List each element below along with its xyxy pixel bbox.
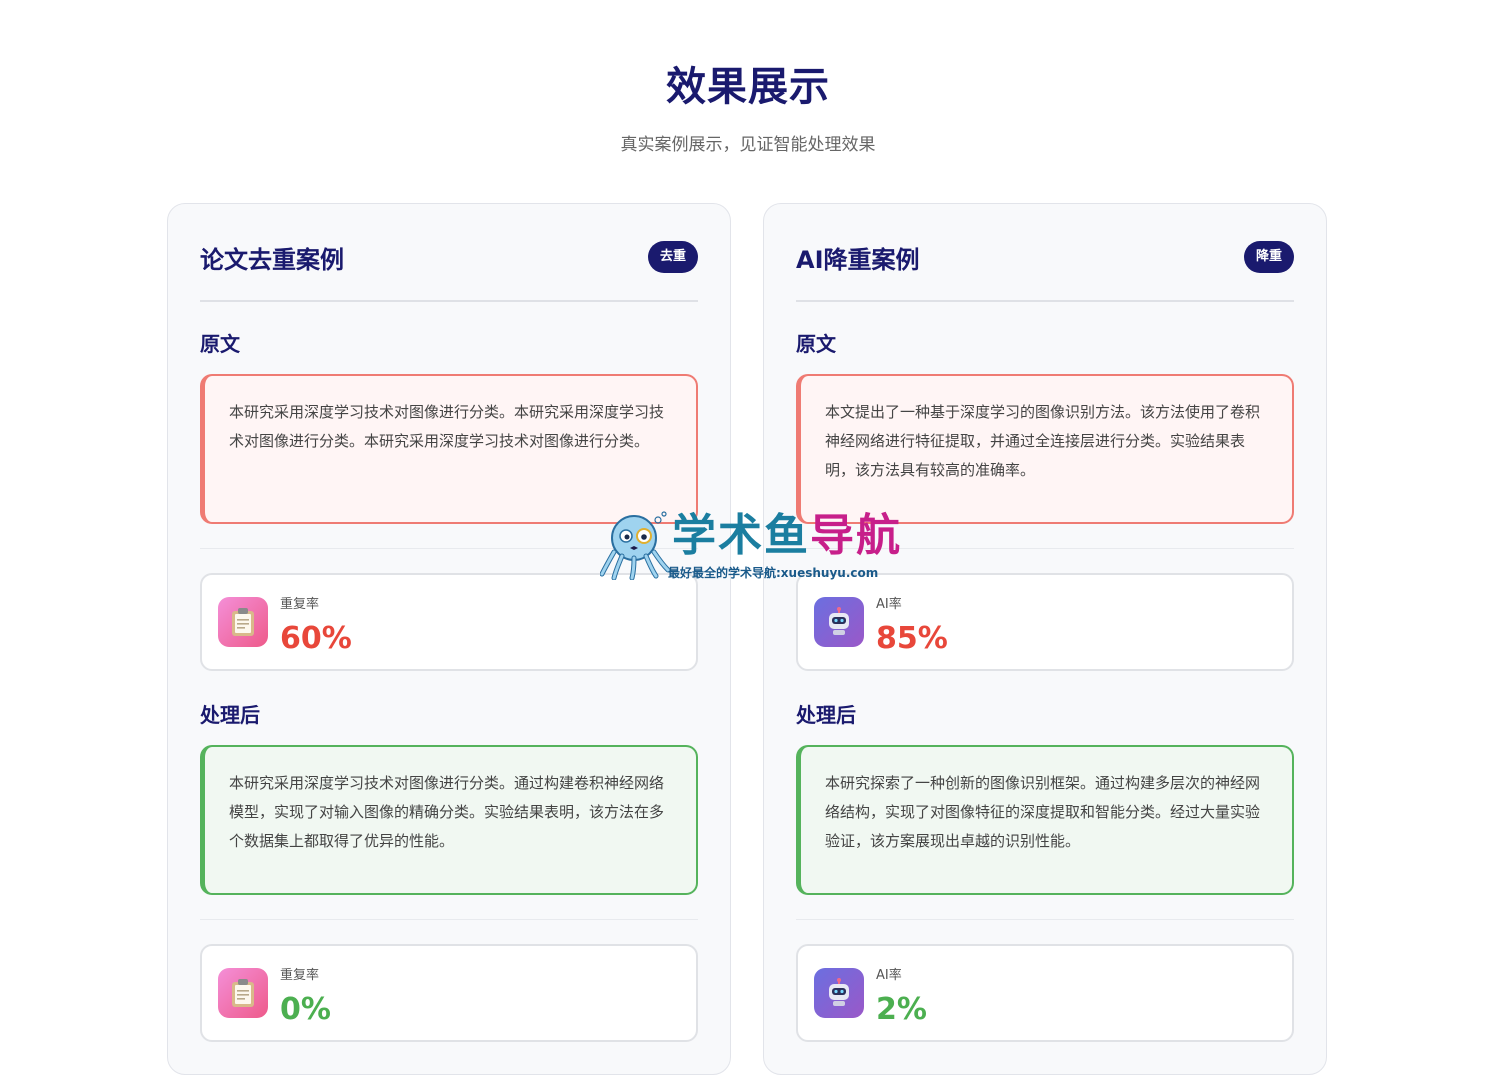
section-subtitle: 真实案例展示，见证智能处理效果	[620, 135, 876, 155]
after-stat: 重复率 0%	[200, 944, 698, 1042]
card-title: AI降重案例	[796, 246, 920, 274]
watermark-title-part2: 导航	[810, 510, 902, 561]
after-stat: AI率 2%	[796, 944, 1294, 1042]
processed-text: 本研究探索了一种创新的图像识别框架。通过构建多层次的神经网络结构，实现了对图像特…	[796, 745, 1294, 895]
processed-text: 本研究采用深度学习技术对图像进行分类。通过构建卷积神经网络模型，实现了对输入图像…	[200, 745, 698, 895]
stat-label: 重复率	[280, 597, 320, 612]
robot-icon	[814, 968, 864, 1018]
page: 效果展示 真实案例展示，见证智能处理效果 论文去重案例 去重 原文 本研究采用深…	[0, 0, 1510, 1091]
stat-value: 85%	[876, 621, 948, 656]
processed-heading: 处理后	[200, 703, 260, 727]
robot-icon	[814, 597, 864, 647]
card-badge: 去重	[647, 241, 698, 273]
original-text: 本研究采用深度学习技术对图像进行分类。本研究采用深度学习技术对图像进行分类。本研…	[200, 374, 698, 524]
watermark: 学术鱼导航 最好最全的学术导航:xueshuyu.com	[600, 508, 920, 584]
original-heading: 原文	[796, 332, 836, 356]
stat-value: 2%	[876, 992, 927, 1027]
card-header: AI降重案例 降重	[796, 240, 1294, 302]
original-heading: 原文	[200, 332, 240, 356]
card-badge: 降重	[1243, 241, 1294, 273]
watermark-title: 学术鱼导航	[672, 510, 902, 562]
divider	[796, 919, 1294, 920]
card-title: 论文去重案例	[200, 246, 344, 274]
before-stat: AI率 85%	[796, 573, 1294, 671]
stat-label: 重复率	[280, 968, 320, 983]
processed-heading: 处理后	[796, 703, 856, 727]
before-stat: 重复率 60%	[200, 573, 698, 671]
watermark-subtitle: 最好最全的学术导航:xueshuyu.com	[668, 566, 879, 580]
clipboard-icon	[218, 968, 268, 1018]
stat-label: AI率	[876, 968, 902, 983]
card-header: 论文去重案例 去重	[200, 240, 698, 302]
stat-value: 0%	[280, 992, 331, 1027]
case-card-ai-reduce: AI降重案例 降重 原文 本文提出了一种基于深度学习的图像识别方法。该方法使用了…	[763, 203, 1327, 1075]
stat-value: 60%	[280, 621, 352, 656]
octopus-mascot-icon	[600, 511, 670, 580]
original-text: 本文提出了一种基于深度学习的图像识别方法。该方法使用了卷积神经网络进行特征提取，…	[796, 374, 1294, 524]
section-title: 效果展示	[666, 64, 830, 110]
clipboard-icon	[218, 597, 268, 647]
divider	[200, 919, 698, 920]
case-card-dedup: 论文去重案例 去重 原文 本研究采用深度学习技术对图像进行分类。本研究采用深度学…	[167, 203, 731, 1075]
stat-label: AI率	[876, 597, 902, 612]
watermark-title-part1: 学术鱼	[672, 510, 810, 561]
